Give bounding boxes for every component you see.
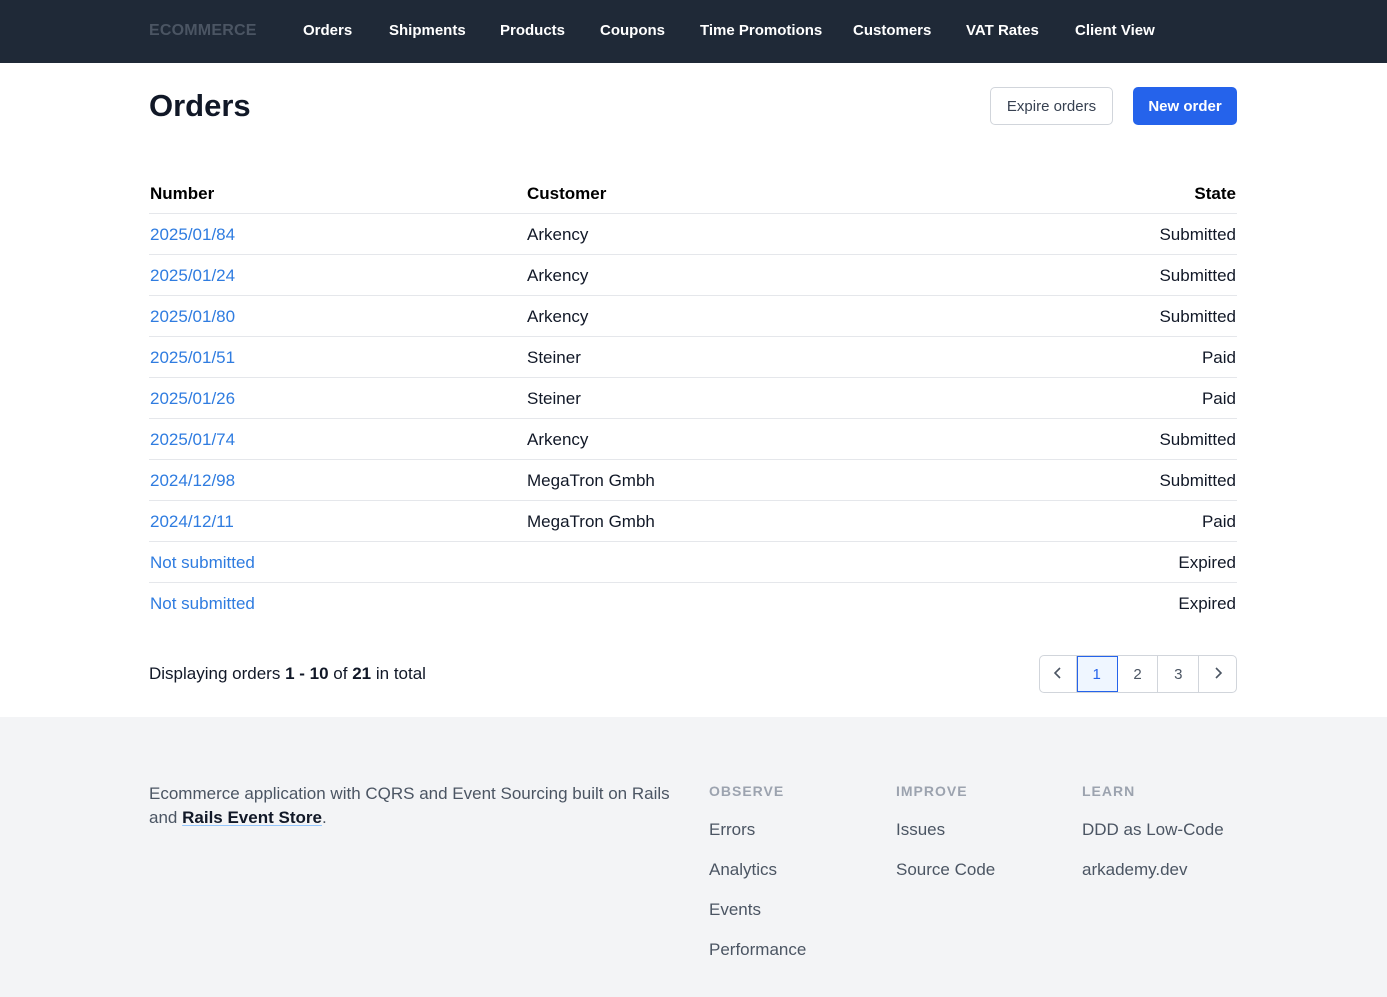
order-number-link[interactable]: Not submitted — [150, 553, 255, 573]
nav-coupons[interactable]: Coupons — [600, 22, 665, 39]
summary-of: of — [333, 664, 348, 683]
top-navbar: ECOMMERCE Orders Shipments Products Coup… — [0, 0, 1387, 63]
order-state: Submitted — [1159, 430, 1236, 449]
order-number-link[interactable]: 2025/01/26 — [150, 389, 235, 409]
nav-customers[interactable]: Customers — [853, 22, 931, 39]
footer-link-source-code[interactable]: Source Code — [896, 860, 995, 880]
summary-suffix: in total — [375, 664, 426, 683]
order-customer: MegaTron Gmbh — [527, 512, 655, 531]
table-row: 2024/12/98 MegaTron Gmbh Submitted — [149, 460, 1237, 501]
chevron-right-icon — [1213, 666, 1223, 683]
orders-table: Number Customer State 2025/01/84 Arkency… — [149, 173, 1237, 624]
page-title: Orders — [149, 88, 251, 123]
footer-link-performance[interactable]: Performance — [709, 940, 806, 960]
order-state: Expired — [1178, 594, 1236, 613]
order-customer: Steiner — [527, 348, 581, 367]
nav-shipments[interactable]: Shipments — [389, 22, 466, 39]
table-row: 2025/01/24 Arkency Submitted — [149, 255, 1237, 296]
brand-logo[interactable]: ECOMMERCE — [149, 22, 257, 40]
table-row: 2025/01/80 Arkency Submitted — [149, 296, 1237, 337]
nav-vat-rates[interactable]: VAT Rates — [966, 22, 1039, 39]
new-order-button[interactable]: New order — [1133, 87, 1237, 125]
footer-description: Ecommerce application with CQRS and Even… — [149, 782, 679, 830]
order-state: Submitted — [1159, 225, 1236, 244]
nav-time-promotions[interactable]: Time Promotions — [700, 22, 822, 39]
order-number-link[interactable]: 2025/01/80 — [150, 307, 235, 327]
table-row: Not submitted Expired — [149, 542, 1237, 583]
chevron-left-icon — [1053, 666, 1063, 683]
order-state: Submitted — [1159, 471, 1236, 490]
table-row: 2025/01/51 Steiner Paid — [149, 337, 1237, 378]
previous-page-button[interactable] — [1040, 656, 1077, 692]
order-customer: Steiner — [527, 389, 581, 408]
footer-heading-learn: LEARN — [1082, 783, 1136, 799]
footer-link-analytics[interactable]: Analytics — [709, 860, 777, 880]
order-number-link[interactable]: 2025/01/84 — [150, 225, 235, 245]
page-3-button[interactable]: 3 — [1158, 656, 1200, 692]
order-number-link[interactable]: 2024/12/11 — [150, 512, 234, 532]
order-customer: Arkency — [527, 266, 589, 285]
summary-prefix: Displaying orders — [149, 664, 281, 683]
pagination-summary: Displaying orders 1 - 10 of 21 in total — [149, 664, 426, 684]
summary-range: 1 - 10 — [285, 664, 329, 683]
table-row: 2025/01/84 Arkency Submitted — [149, 214, 1237, 255]
order-number-link[interactable]: Not submitted — [150, 594, 255, 614]
order-number-link[interactable]: 2025/01/51 — [150, 348, 235, 368]
next-page-button[interactable] — [1199, 656, 1236, 692]
pagination: 1 2 3 — [1039, 655, 1237, 693]
column-header-number: Number — [150, 184, 215, 203]
footer-heading-observe: OBSERVE — [709, 783, 785, 799]
order-state: Expired — [1178, 553, 1236, 572]
footer-link-errors[interactable]: Errors — [709, 820, 755, 840]
column-header-customer: Customer — [527, 184, 607, 203]
order-state: Submitted — [1159, 307, 1236, 326]
rails-event-store-link[interactable]: Rails Event Store — [182, 808, 322, 827]
nav-client-view[interactable]: Client View — [1075, 22, 1155, 39]
footer-link-ddd-low-code[interactable]: DDD as Low-Code — [1082, 820, 1224, 840]
table-row: Not submitted Expired — [149, 583, 1237, 624]
order-customer: Arkency — [527, 430, 589, 449]
order-customer: Arkency — [527, 225, 589, 244]
summary-total: 21 — [352, 664, 372, 683]
footer-link-arkademy[interactable]: arkademy.dev — [1082, 860, 1188, 880]
footer-link-issues[interactable]: Issues — [896, 820, 945, 840]
footer-description-end: . — [321, 808, 327, 827]
page-1-button[interactable]: 1 — [1076, 656, 1118, 692]
footer-link-events[interactable]: Events — [709, 900, 761, 920]
table-row: 2024/12/11 MegaTron Gmbh Paid — [149, 501, 1237, 542]
footer-heading-improve: IMPROVE — [896, 783, 968, 799]
page-2-button[interactable]: 2 — [1118, 656, 1159, 692]
expire-orders-button[interactable]: Expire orders — [990, 87, 1113, 125]
table-header: Number Customer State — [149, 173, 1237, 214]
order-state: Paid — [1201, 389, 1236, 408]
order-state: Paid — [1201, 512, 1236, 531]
column-header-state: State — [1194, 184, 1236, 203]
nav-products[interactable]: Products — [500, 22, 565, 39]
nav-orders[interactable]: Orders — [303, 22, 352, 39]
table-row: 2025/01/26 Steiner Paid — [149, 378, 1237, 419]
order-number-link[interactable]: 2025/01/24 — [150, 266, 235, 286]
order-state: Submitted — [1159, 266, 1236, 285]
order-customer: MegaTron Gmbh — [527, 471, 655, 490]
order-number-link[interactable]: 2024/12/98 — [150, 471, 235, 491]
table-row: 2025/01/74 Arkency Submitted — [149, 419, 1237, 460]
footer: Ecommerce application with CQRS and Even… — [0, 717, 1387, 997]
order-customer: Arkency — [527, 307, 589, 326]
order-state: Paid — [1201, 348, 1236, 367]
order-number-link[interactable]: 2025/01/74 — [150, 430, 235, 450]
